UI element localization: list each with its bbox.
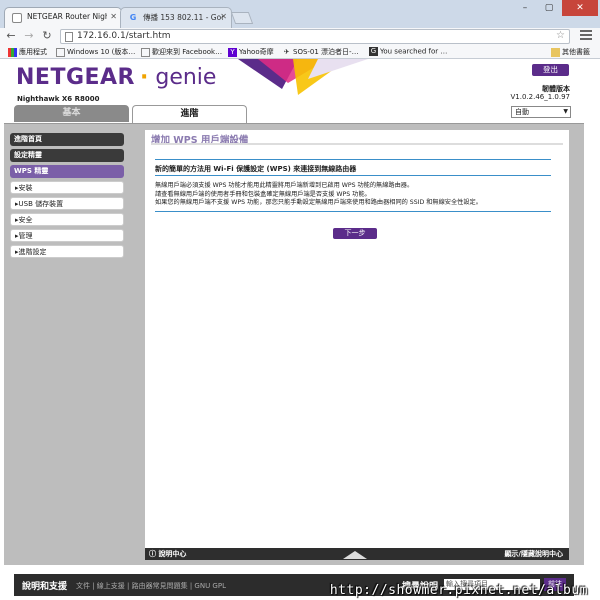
forward-icon[interactable]: → xyxy=(22,29,36,43)
show-hide-help-link[interactable]: 顯示/隱藏說明中心 xyxy=(504,548,563,560)
sidebar: 進階首頁 設定精靈 WPS 精靈 ▸安裝 ▸USB 儲存裝置 ▸安全 ▸管理 ▸… xyxy=(10,133,126,261)
close-tab-icon[interactable]: ✕ xyxy=(220,12,227,21)
bookmarks-bar: 應用程式 Windows 10 (版本… 歡迎來到 Facebook… Y Yah… xyxy=(0,45,600,59)
address-bar[interactable]: 172.16.0.1/start.htm ☆ xyxy=(60,29,570,44)
star-icon[interactable]: ☆ xyxy=(556,30,565,41)
next-button[interactable]: 下一步 xyxy=(333,228,377,239)
tab-google[interactable]: G 傳播 153 802.11 - Google ✕ xyxy=(120,7,232,28)
sidebar-item-wps-wizard[interactable]: WPS 精靈 xyxy=(10,165,124,178)
chevron-down-icon: ▼ xyxy=(563,108,568,115)
divider xyxy=(155,175,551,176)
router-page: NETGEAR · genie Nighthawk X6 R8000 登出 韌體… xyxy=(0,59,600,600)
sidebar-item-usb-storage[interactable]: ▸USB 儲存裝置 xyxy=(10,197,124,210)
help-center-toggle[interactable]: ⓘ 說明中心 xyxy=(149,548,186,560)
model-name: Nighthawk X6 R8000 xyxy=(17,95,100,103)
help-center-bar: ⓘ 說明中心 顯示/隱藏說明中心 xyxy=(145,548,569,560)
page-icon xyxy=(65,32,73,42)
instruction-line: 請查看無線用戶端的使用者手冊和包裝盒確定無線用戶端是否支援 WPS 功能。 xyxy=(155,190,371,198)
apps-icon xyxy=(8,47,17,57)
footer-links[interactable]: 文件 | 線上支援 | 路由器常見問題集 | GNU GPL xyxy=(76,581,226,591)
bookmark-yahoo[interactable]: Y Yahoo奇摩 xyxy=(228,47,274,57)
browser-toolbar: ← → ↻ 172.16.0.1/start.htm ☆ xyxy=(0,28,600,45)
content-panel: 增加 WPS 用戶端設備 新的簡單的方法用 Wi-Fi 保護設定 (WPS) 來… xyxy=(145,130,569,548)
google-icon: G xyxy=(129,13,137,22)
bookmark-searched[interactable]: G You searched for … xyxy=(369,47,447,56)
tab-title: 傳播 153 802.11 - Google xyxy=(143,13,223,22)
back-icon[interactable]: ← xyxy=(4,29,18,43)
bookmark-apps[interactable]: 應用程式 xyxy=(8,47,47,57)
address-url: 172.16.0.1/start.htm xyxy=(77,31,171,41)
maximize-icon[interactable]: ▢ xyxy=(538,0,560,16)
divider xyxy=(155,159,551,160)
divider xyxy=(155,211,551,212)
sidebar-item-administration[interactable]: ▸管理 xyxy=(10,229,124,242)
browser-tabstrip: NETGEAR Router Nighth ✕ G 傳播 153 802.11 … xyxy=(0,0,600,28)
instructions: 無線用戶端必須支援 WPS 功能才能用此精靈將用戶端新增到已啟用 WPS 功能的… xyxy=(155,182,555,208)
menu-icon[interactable] xyxy=(580,30,592,42)
sidebar-item-setup-wizard[interactable]: 設定精靈 xyxy=(10,149,124,162)
sidebar-item-advanced-setup[interactable]: ▸進階設定 xyxy=(10,245,124,258)
logout-button[interactable]: 登出 xyxy=(532,64,569,76)
bookmark-other[interactable]: 其他書籤 xyxy=(551,47,590,57)
section-heading: 新的簡單的方法用 Wi-Fi 保護設定 (WPS) 來連接到無線路由器 xyxy=(155,165,357,173)
new-tab-button[interactable] xyxy=(230,12,254,24)
folder-icon xyxy=(551,47,560,57)
close-window-icon[interactable]: ✕ xyxy=(562,0,598,16)
tab-netgear[interactable]: NETGEAR Router Nighth ✕ xyxy=(4,7,122,28)
yahoo-icon: Y xyxy=(228,47,237,57)
tab-title: NETGEAR Router Nighth xyxy=(27,12,107,21)
bookmark-sos[interactable]: ✈ SOS-01 漂泊者日-… xyxy=(282,47,359,57)
search-result-icon: G xyxy=(369,47,378,56)
page-icon xyxy=(56,47,65,57)
bookmark-windows10[interactable]: Windows 10 (版本… xyxy=(56,47,135,57)
bookmark-facebook[interactable]: 歡迎來到 Facebook… xyxy=(141,47,222,57)
page-icon xyxy=(12,13,22,23)
sidebar-item-advanced-home[interactable]: 進階首頁 xyxy=(10,133,124,146)
instruction-line: 無線用戶端必須支援 WPS 功能才能用此精靈將用戶端新增到已啟用 WPS 功能的… xyxy=(155,182,414,189)
language-select[interactable]: 自動 ▼ xyxy=(511,106,571,118)
watermark-text: http://showmer.pixnet.net/album xyxy=(329,583,588,598)
reload-icon[interactable]: ↻ xyxy=(40,29,54,43)
tab-basic[interactable]: 基本 xyxy=(14,105,129,122)
expand-help-icon[interactable] xyxy=(343,551,367,559)
sidebar-item-setup[interactable]: ▸安裝 xyxy=(10,181,124,194)
sidebar-item-security[interactable]: ▸安全 xyxy=(10,213,124,226)
instruction-line: 如果您的無線用戶端不支援 WPS 功能，那您只能手動設定無線用戶端來使用和路由器… xyxy=(155,199,482,207)
facebook-icon xyxy=(141,47,150,57)
firmware-version: V1.0.2.46_1.0.97 xyxy=(510,93,571,101)
minimize-icon[interactable]: – xyxy=(514,0,536,16)
title-divider xyxy=(151,143,563,145)
tab-advanced[interactable]: 進階 xyxy=(132,105,247,124)
footer-label: 說明和支援 xyxy=(22,582,68,592)
genie-logo: · genie xyxy=(140,65,217,90)
close-tab-icon[interactable]: ✕ xyxy=(110,12,117,21)
netgear-logo: NETGEAR xyxy=(16,65,135,90)
banner-graphic xyxy=(238,59,368,95)
sos-icon: ✈ xyxy=(283,47,290,56)
